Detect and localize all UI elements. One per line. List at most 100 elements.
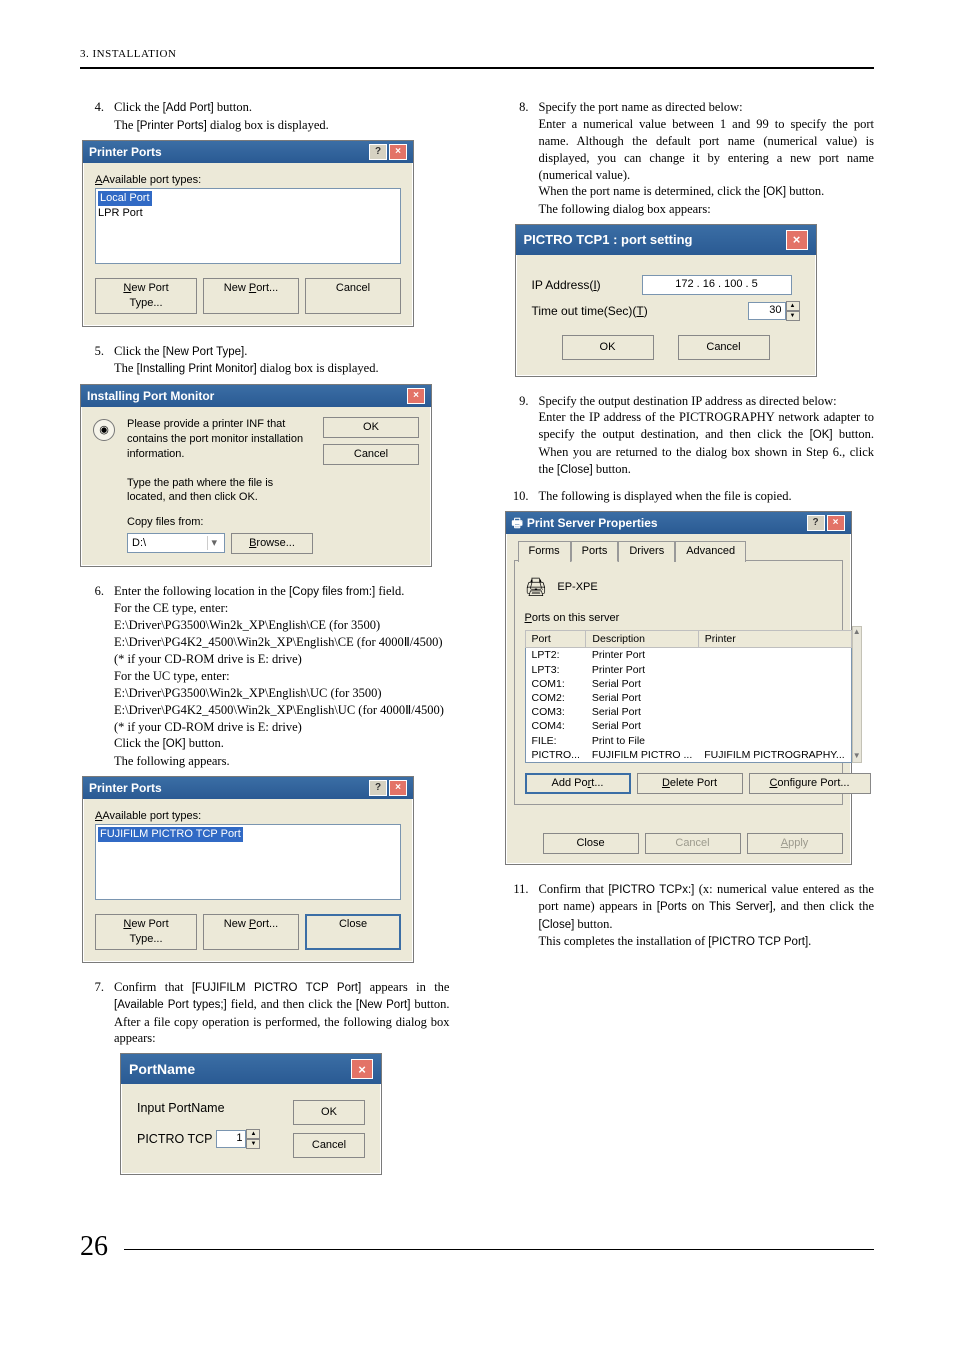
cell: Printer Port <box>586 648 698 663</box>
table-row[interactable]: COM2:Serial Port <box>525 691 851 705</box>
add-port-button[interactable]: Add Port... <box>525 773 631 794</box>
text: The following is displayed when the file… <box>539 489 792 503</box>
ok-button[interactable]: OK <box>562 335 654 360</box>
installing-port-monitor-dialog: Installing Port Monitor × ◉ Please provi… <box>80 384 432 567</box>
print-server-properties-dialog: 🖶Print Server Properties ? × Forms Ports… <box>505 511 852 864</box>
text: When the port name is determined, click … <box>539 184 764 198</box>
text: dialog box is displayed. <box>257 361 379 375</box>
page-number: 26 <box>80 1231 108 1263</box>
ui-ref: [Printer Ports] <box>137 120 207 132</box>
table-row[interactable]: COM4:Serial Port <box>525 719 851 733</box>
table-row[interactable]: FILE:Print to File <box>525 734 851 748</box>
cell: Print to File <box>586 734 698 748</box>
help-icon[interactable]: ? <box>369 144 387 160</box>
close-icon[interactable]: × <box>351 1059 373 1079</box>
step-11: 11. Confirm that [PICTRO TCPx:] (x: nume… <box>505 881 875 951</box>
col-port[interactable]: Port <box>525 631 586 648</box>
timeout-spinner[interactable]: 30 ▲ ▼ <box>748 301 800 321</box>
text: This completes the installation of <box>539 934 709 948</box>
scroll-down-icon[interactable]: ▼ <box>853 751 861 762</box>
cancel-button[interactable]: Cancel <box>678 335 770 360</box>
configure-port-button[interactable]: Configure Port... <box>749 773 871 794</box>
step-5: 5. Click the [New Port Type]. The [Insta… <box>80 343 450 378</box>
close-icon[interactable]: × <box>827 515 845 531</box>
dropdown-icon[interactable]: ▾ <box>207 536 220 551</box>
text: The <box>114 118 137 132</box>
text: field. <box>375 584 404 598</box>
delete-port-button[interactable]: Delete Port <box>637 773 743 794</box>
close-button[interactable]: Close <box>543 833 639 854</box>
cancel-button[interactable]: Cancel <box>305 278 401 314</box>
table-row[interactable]: PICTRO...FUJIFILM PICTRO ...FUJIFILM PIC… <box>525 748 851 763</box>
timeout-value[interactable]: 30 <box>748 302 786 320</box>
step-num: 8. <box>505 99 539 218</box>
port-types-list[interactable]: FUJIFILM PICTRO TCP Port <box>95 824 401 900</box>
spin-up-icon[interactable]: ▲ <box>246 1129 260 1139</box>
cell: COM1: <box>525 677 586 691</box>
tab-drivers[interactable]: Drivers <box>618 541 675 562</box>
table-row[interactable]: LPT2:Printer Port <box>525 648 851 663</box>
ip-address-input[interactable]: 172 . 16 . 100 . 5 <box>642 275 792 295</box>
cell: COM4: <box>525 719 586 733</box>
tab-forms[interactable]: Forms <box>518 541 571 562</box>
ui-ref: [Close] <box>539 919 575 931</box>
table-row[interactable]: LPT3:Printer Port <box>525 663 851 677</box>
cancel-button: Cancel <box>645 833 741 854</box>
close-icon[interactable]: × <box>389 144 407 160</box>
step-num: 9. <box>505 393 539 479</box>
path-input[interactable]: D:\▾ <box>127 533 225 553</box>
cancel-button[interactable]: Cancel <box>323 444 419 465</box>
list-item[interactable]: LPR Port <box>98 206 398 221</box>
step-num: 4. <box>80 99 114 134</box>
portname-spinner[interactable]: 1 ▲ ▼ <box>216 1129 260 1149</box>
table-row[interactable]: COM1:Serial Port <box>525 677 851 691</box>
tab-advanced[interactable]: Advanced <box>675 541 746 562</box>
text: (* if your CD-ROM drive is E: drive) <box>114 719 450 736</box>
new-port-type-button[interactable]: New Port Type... <box>95 914 197 950</box>
text: The <box>114 361 137 375</box>
ui-ref: [OK] <box>810 429 833 441</box>
cell: Printer Port <box>586 663 698 677</box>
new-port-button[interactable]: New Port... <box>203 278 299 314</box>
text: For the UC type, enter: <box>114 668 450 685</box>
close-icon[interactable]: × <box>407 388 425 404</box>
close-icon[interactable]: × <box>786 230 808 250</box>
ui-ref: [New Port] <box>356 999 411 1011</box>
scroll-up-icon[interactable]: ▲ <box>853 627 861 638</box>
ui-ref: [Add Port] <box>163 102 214 114</box>
new-port-button[interactable]: New Port... <box>203 914 299 950</box>
col-printer[interactable]: Printer <box>698 631 851 648</box>
spin-down-icon[interactable]: ▼ <box>786 311 800 321</box>
new-port-type-button[interactable]: New Port Type... <box>95 278 197 314</box>
list-item[interactable]: FUJIFILM PICTRO TCP Port <box>98 827 243 842</box>
table-row[interactable]: COM3:Serial Port <box>525 705 851 719</box>
cell <box>698 648 851 663</box>
portname-value[interactable]: 1 <box>216 1130 246 1148</box>
tabs: Forms Ports Drivers Advanced <box>514 540 843 561</box>
close-button[interactable]: Close <box>305 914 401 950</box>
text: button. <box>593 462 631 476</box>
spin-down-icon[interactable]: ▼ <box>246 1139 260 1149</box>
close-icon[interactable]: × <box>389 780 407 796</box>
text: Click the <box>114 100 163 114</box>
port-types-list[interactable]: Local Port LPR Port <box>95 188 401 264</box>
tab-ports[interactable]: Ports <box>571 541 619 562</box>
ok-button[interactable]: OK <box>293 1100 365 1125</box>
cell: FUJIFILM PICTROGRAPHY... <box>698 748 851 763</box>
ui-ref: [PICTRO TCP Port] <box>708 936 808 948</box>
ports-table[interactable]: Port Description Printer LPT2:Printer Po… <box>525 630 852 763</box>
step-6: 6. Enter the following location in the [… <box>80 583 450 770</box>
spin-up-icon[interactable]: ▲ <box>786 301 800 311</box>
help-icon[interactable]: ? <box>369 780 387 796</box>
col-desc[interactable]: Description <box>586 631 698 648</box>
ip-address-label: IP Address(I) <box>532 277 632 293</box>
ok-button[interactable]: OK <box>323 417 419 438</box>
browse-button[interactable]: Browse... <box>231 533 313 554</box>
cancel-button[interactable]: Cancel <box>293 1133 365 1158</box>
help-icon[interactable]: ? <box>807 515 825 531</box>
scrollbar[interactable]: ▲ ▼ <box>852 626 862 763</box>
text: Specify the output destination IP addres… <box>539 393 875 410</box>
cell: COM2: <box>525 691 586 705</box>
ui-ref: [FUJIFILM PICTRO TCP Port] <box>192 982 361 994</box>
list-item[interactable]: Local Port <box>98 191 152 206</box>
